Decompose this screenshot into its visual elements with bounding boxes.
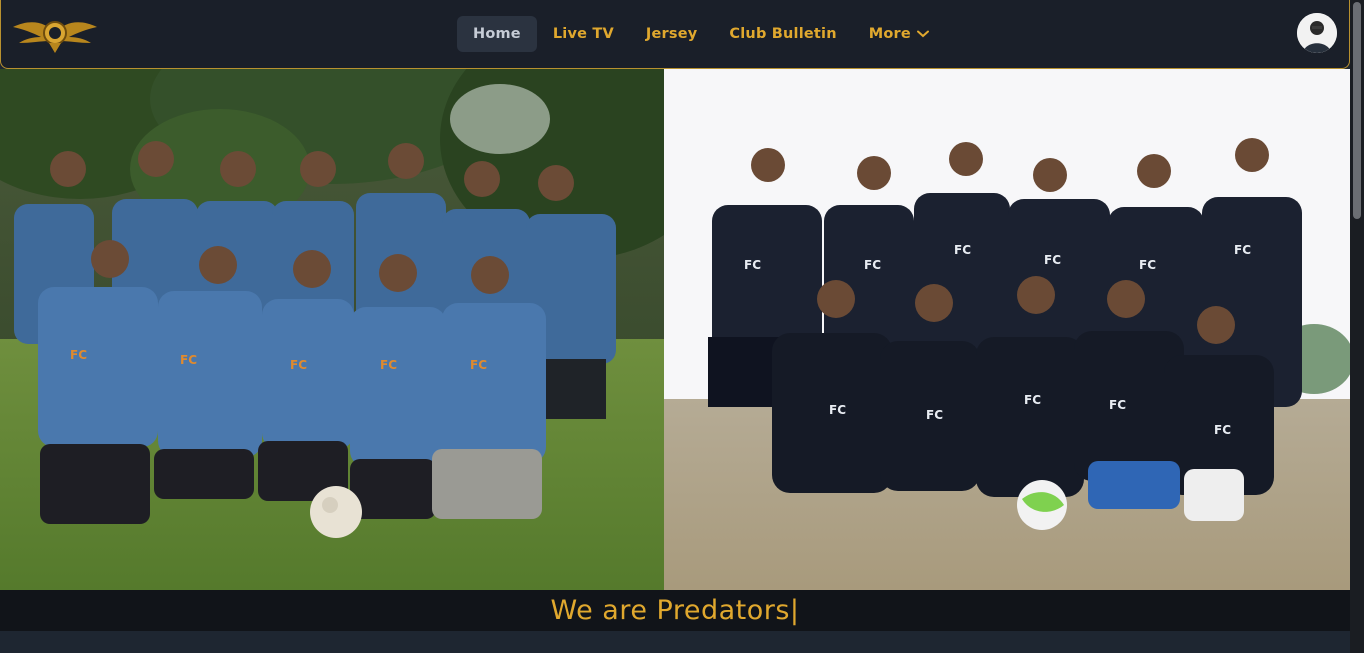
nav-jersey-label: Jersey xyxy=(645,26,698,42)
svg-text:FC: FC xyxy=(864,258,881,272)
svg-text:FC: FC xyxy=(926,408,943,422)
svg-text:FC: FC xyxy=(744,258,761,272)
nav-home[interactable]: Home xyxy=(457,16,537,52)
nav-more-label: More xyxy=(868,26,911,42)
chevron-down-icon xyxy=(916,30,929,38)
svg-text:FC: FC xyxy=(1139,258,1156,272)
nav-home-label: Home xyxy=(473,26,521,42)
nav-jersey[interactable]: Jersey xyxy=(630,16,714,52)
svg-text:FC: FC xyxy=(1024,393,1041,407)
team-photo-blue-jerseys: FC FC FC FC FC xyxy=(0,69,664,590)
svg-text:FC: FC xyxy=(1214,423,1231,437)
user-avatar-icon[interactable] xyxy=(1297,13,1337,53)
nav-more-dropdown[interactable]: More xyxy=(853,16,945,52)
svg-text:FC: FC xyxy=(470,358,487,372)
nav-links: Home Live TV Jersey Club Bulletin More xyxy=(457,16,945,52)
nav-club-bulletin[interactable]: Club Bulletin xyxy=(713,16,852,52)
svg-text:FC: FC xyxy=(1234,243,1251,257)
scrollbar-thumb[interactable] xyxy=(1353,2,1361,219)
svg-text:FC: FC xyxy=(70,348,87,362)
svg-text:FC: FC xyxy=(829,403,846,417)
nav-live-tv-label: Live TV xyxy=(552,26,614,42)
tagline-bar: We are Predators| xyxy=(0,590,1350,631)
page: Home Live TV Jersey Club Bulletin More F… xyxy=(0,0,1364,653)
svg-text:FC: FC xyxy=(954,243,971,257)
svg-text:FC: FC xyxy=(1109,398,1126,412)
tagline-text: We are Predators| xyxy=(550,595,800,626)
nav-live-tv[interactable]: Live TV xyxy=(537,16,630,52)
svg-text:FC: FC xyxy=(1044,253,1061,267)
svg-text:FC: FC xyxy=(380,358,397,372)
hero-banner: FC FC FC FC FC FC FC FC FC FC FC FC FC F… xyxy=(0,69,1350,590)
page-scrollbar[interactable] xyxy=(1350,0,1364,653)
svg-text:FC: FC xyxy=(180,353,197,367)
svg-text:FC: FC xyxy=(290,358,307,372)
team-photo-dark-jerseys: FC FC FC FC FC FC FC FC FC FC FC xyxy=(664,69,1350,590)
nav-club-bulletin-label: Club Bulletin xyxy=(729,26,837,42)
navbar: Home Live TV Jersey Club Bulletin More xyxy=(0,0,1350,69)
eagle-crest-logo-icon[interactable] xyxy=(11,13,99,55)
